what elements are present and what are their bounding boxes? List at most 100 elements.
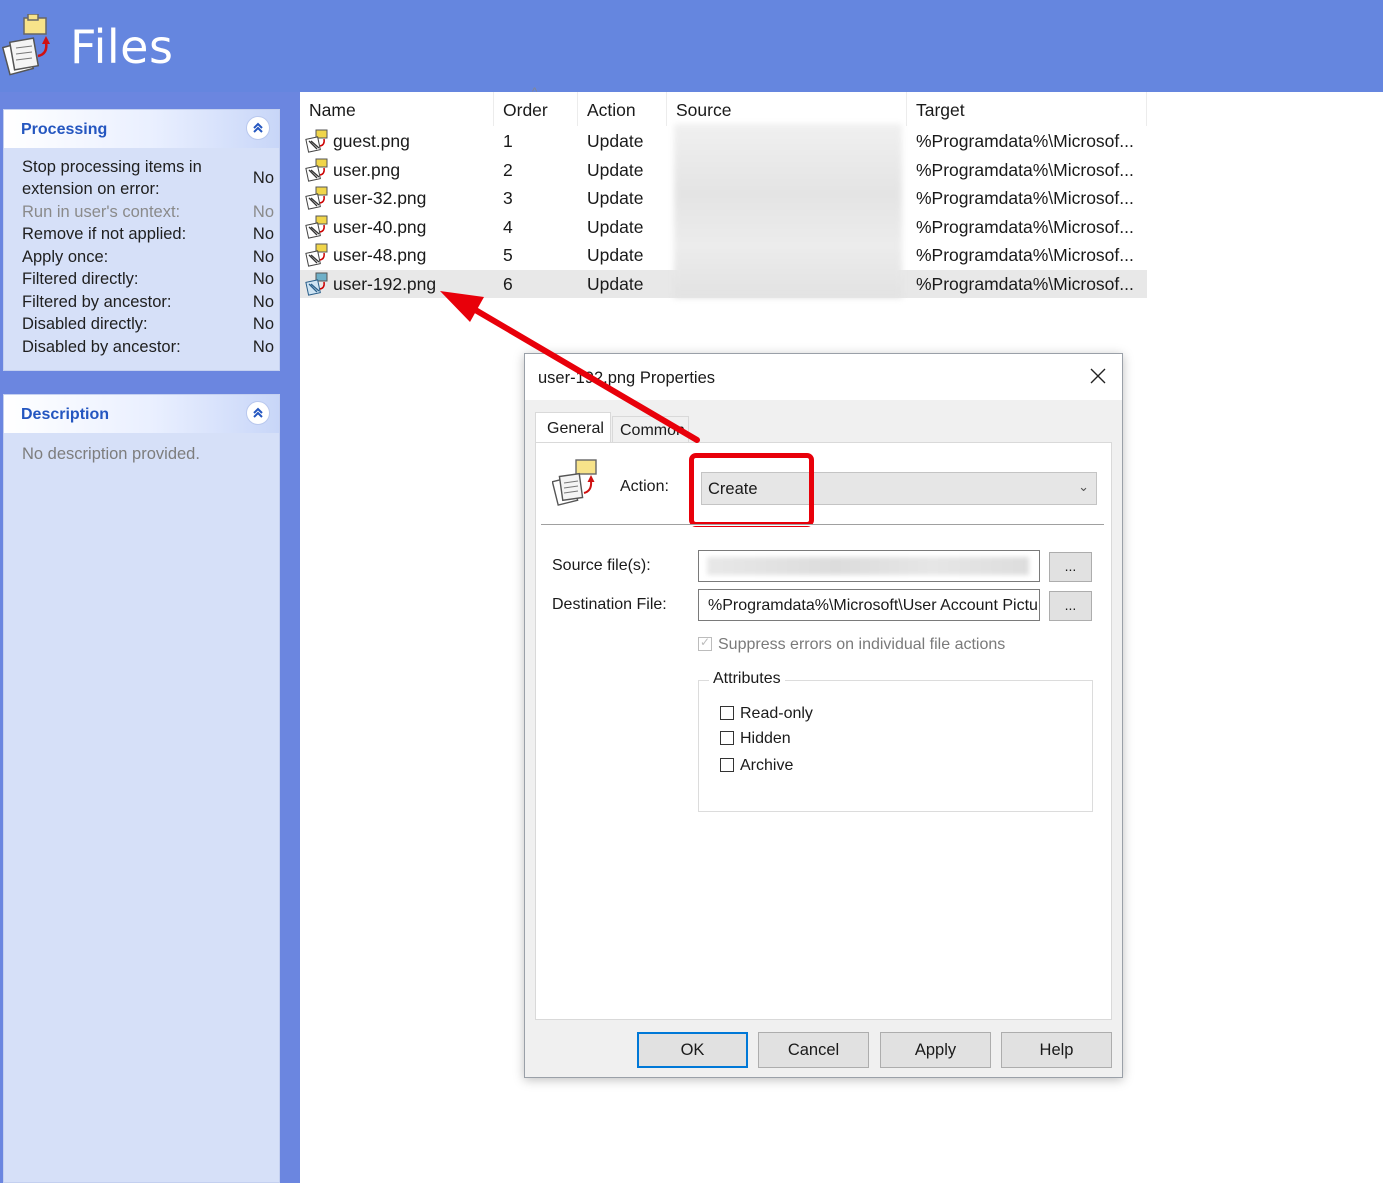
processing-row-value: No [252,270,274,288]
sort-ascending-icon: ^ [532,86,538,98]
suppress-errors-checkbox[interactable]: ✓ Suppress errors on individual file acti… [698,635,1006,654]
processing-row-label: Filtered by ancestor: [22,293,172,311]
file-name: guest.png [333,131,410,151]
description-panel: Description No description provided. [3,394,280,1183]
file-order: 6 [503,274,513,294]
processing-row-value: No [252,248,274,266]
tab-general[interactable]: General [535,412,611,443]
file-target: %Programdata%\Microsof... [916,188,1134,208]
help-button[interactable]: Help [1001,1032,1112,1068]
description-panel-header[interactable]: Description [4,395,279,433]
file-action: Update [587,274,644,294]
action-label: Action: [620,478,669,495]
processing-row-value: No [252,203,274,221]
file-name: user.png [333,160,401,180]
chevron-double-up-icon [253,122,263,133]
processing-row-value: No [252,315,274,333]
processing-panel-header[interactable]: Processing [4,110,279,148]
task-pane: Processing Stop processing items in exte… [0,92,300,1183]
separator [541,524,1104,526]
column-header-name[interactable]: Name [300,92,494,126]
highlight-annotation-box [689,453,814,527]
processing-row-label: Disabled by ancestor: [22,338,181,356]
processing-row-label: Stop processing items in extension on er… [22,158,202,198]
destination-file-label: Destination File: [552,596,667,613]
tab-common[interactable]: Common [612,416,689,443]
processing-row-label: Remove if not applied: [22,225,187,243]
file-order: 4 [503,217,513,237]
column-header-source[interactable]: Source [667,92,907,126]
file-order: 3 [503,188,513,208]
file-update-icon [305,272,328,296]
column-header-target[interactable]: Target [907,92,1147,126]
file-update-icon [305,215,328,239]
processing-panel: Processing Stop processing items in exte… [3,109,280,371]
general-tab-page: Action: Create ⌄ Source file(s): ... Des… [535,442,1112,1020]
processing-row-value: No [252,169,274,187]
file-target: %Programdata%\Microsof... [916,245,1134,265]
file-name: user-48.png [333,245,427,265]
column-header-action[interactable]: Action [578,92,667,126]
read-only-checkbox[interactable]: Read-only [720,705,813,723]
source-files-label: Source file(s): [552,557,651,574]
files-icon [552,459,597,506]
processing-row-label: Disabled directly: [22,315,148,333]
close-icon[interactable] [1088,366,1108,386]
file-update-icon [305,243,328,267]
description-panel-title: Description [21,406,110,423]
file-update-icon [305,158,328,182]
cancel-button[interactable]: Cancel [758,1032,869,1068]
collapse-description-button[interactable] [246,401,270,425]
description-text: No description provided. [22,445,200,463]
file-action: Update [587,131,644,151]
collapse-processing-button[interactable] [246,116,270,140]
file-update-icon [305,129,328,153]
destination-file-input[interactable]: %Programdata%\Microsoft\User Account Pic… [698,589,1040,621]
file-order: 1 [503,131,513,151]
processing-panel-title: Processing [21,121,108,138]
chevron-double-up-icon [253,407,263,418]
file-target: %Programdata%\Microsof... [916,131,1134,151]
column-header-order-label: Order [503,100,548,120]
file-action: Update [587,245,644,265]
file-action: Update [587,160,644,180]
file-target: %Programdata%\Microsof... [916,160,1134,180]
archive-label: Archive [740,757,794,774]
processing-row: Stop processing items in extension on er… [22,156,274,200]
checkbox-checked-icon: ✓ [698,635,712,651]
processing-row-label: Filtered directly: [22,270,139,288]
ok-button[interactable]: OK [637,1032,748,1068]
file-name: user-32.png [333,188,427,208]
archive-checkbox[interactable]: Archive [720,757,793,775]
dialog-title: user-192.png Properties [538,369,716,387]
checkbox-icon [720,731,734,745]
read-only-label: Read-only [740,705,813,722]
file-target: %Programdata%\Microsof... [916,274,1134,294]
file-action: Update [587,188,644,208]
file-name: user-192.png [333,274,437,294]
checkbox-icon [720,758,734,772]
file-order: 5 [503,245,513,265]
dialog-titlebar[interactable]: user-192.png Properties [525,354,1122,400]
processing-row-label: Apply once: [22,248,109,266]
source-files-input[interactable] [698,550,1040,582]
browse-destination-button[interactable]: ... [1049,591,1092,621]
processing-row-value: No [252,225,274,243]
file-target: %Programdata%\Microsof... [916,217,1134,237]
file-order: 2 [503,160,513,180]
attributes-group: Attributes Read-only Hidden Archive [698,670,1093,812]
properties-dialog: user-192.png Properties General Common A… [524,353,1123,1078]
file-action: Update [587,217,644,237]
processing-row-value: No [252,293,274,311]
apply-button[interactable]: Apply [880,1032,991,1068]
browse-source-button[interactable]: ... [1049,552,1092,582]
source-files-redacted [707,557,1029,575]
processing-row-value: No [252,338,274,356]
hidden-checkbox[interactable]: Hidden [720,730,791,748]
source-column-redacted [674,124,902,298]
attributes-group-label: Attributes [709,670,785,688]
suppress-errors-label: Suppress errors on individual file actio… [718,636,1006,653]
header-bar: Files [0,0,1383,92]
chevron-down-icon: ⌄ [1078,479,1089,494]
page-title: Files [70,20,174,74]
